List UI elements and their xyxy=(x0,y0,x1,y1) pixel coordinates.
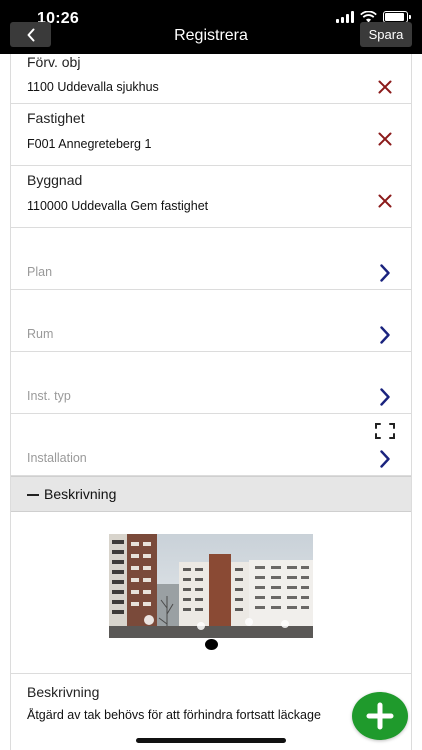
field-value: 1100 Uddevalla sjukhus xyxy=(27,80,159,94)
field-value: F001 Annegreteberg 1 xyxy=(27,137,152,151)
home-indicator[interactable] xyxy=(136,738,286,743)
field-forv-obj[interactable]: Förv. obj 1100 Uddevalla sjukhus xyxy=(11,54,411,104)
chevron-right-icon xyxy=(380,326,390,344)
close-icon[interactable] xyxy=(377,79,393,95)
registration-form: Förv. obj 1100 Uddevalla sjukhus Fastigh… xyxy=(10,54,412,750)
field-value: 110000 Uddevalla Gem fastighet xyxy=(27,199,209,213)
picker-inst-typ[interactable]: Inst. typ xyxy=(11,352,411,414)
plus-icon xyxy=(366,702,394,730)
minus-icon xyxy=(27,494,39,496)
scan-frame-icon[interactable] xyxy=(375,423,395,439)
close-icon[interactable] xyxy=(377,131,393,147)
field-label: Förv. obj xyxy=(27,54,81,70)
chevron-right-icon xyxy=(380,264,390,282)
page-title: Registrera xyxy=(174,27,248,44)
photo-carousel[interactable] xyxy=(11,512,411,674)
picker-plan[interactable]: Plan xyxy=(11,228,411,290)
picker-placeholder: Rum xyxy=(27,327,54,341)
picker-rum[interactable]: Rum xyxy=(11,290,411,352)
section-title: Beskrivning xyxy=(44,486,117,502)
picker-placeholder: Installation xyxy=(27,451,87,465)
description-text: Åtgärd av tak behövs för att förhindra f… xyxy=(27,708,321,722)
top-bar: 10:26 Registrera Spara xyxy=(0,0,422,54)
cellular-signal-icon xyxy=(336,11,354,23)
section-header-beskrivning[interactable]: Beskrivning xyxy=(11,476,411,512)
picker-installation[interactable]: Installation xyxy=(11,414,411,476)
chevron-right-icon xyxy=(380,450,390,468)
field-label: Beskrivning xyxy=(27,684,100,700)
carousel-page-indicator xyxy=(205,639,218,650)
field-fastighet[interactable]: Fastighet F001 Annegreteberg 1 xyxy=(11,104,411,166)
chevron-right-icon xyxy=(380,388,390,406)
save-button[interactable]: Spara xyxy=(360,22,412,47)
building-photo[interactable] xyxy=(109,534,313,638)
picker-placeholder: Plan xyxy=(27,265,53,279)
field-byggnad[interactable]: Byggnad 110000 Uddevalla Gem fastighet xyxy=(11,166,411,228)
picker-placeholder: Inst. typ xyxy=(27,389,71,403)
close-icon[interactable] xyxy=(377,193,393,209)
field-label: Byggnad xyxy=(27,172,83,188)
add-button[interactable] xyxy=(352,692,408,740)
field-label: Fastighet xyxy=(27,110,85,126)
